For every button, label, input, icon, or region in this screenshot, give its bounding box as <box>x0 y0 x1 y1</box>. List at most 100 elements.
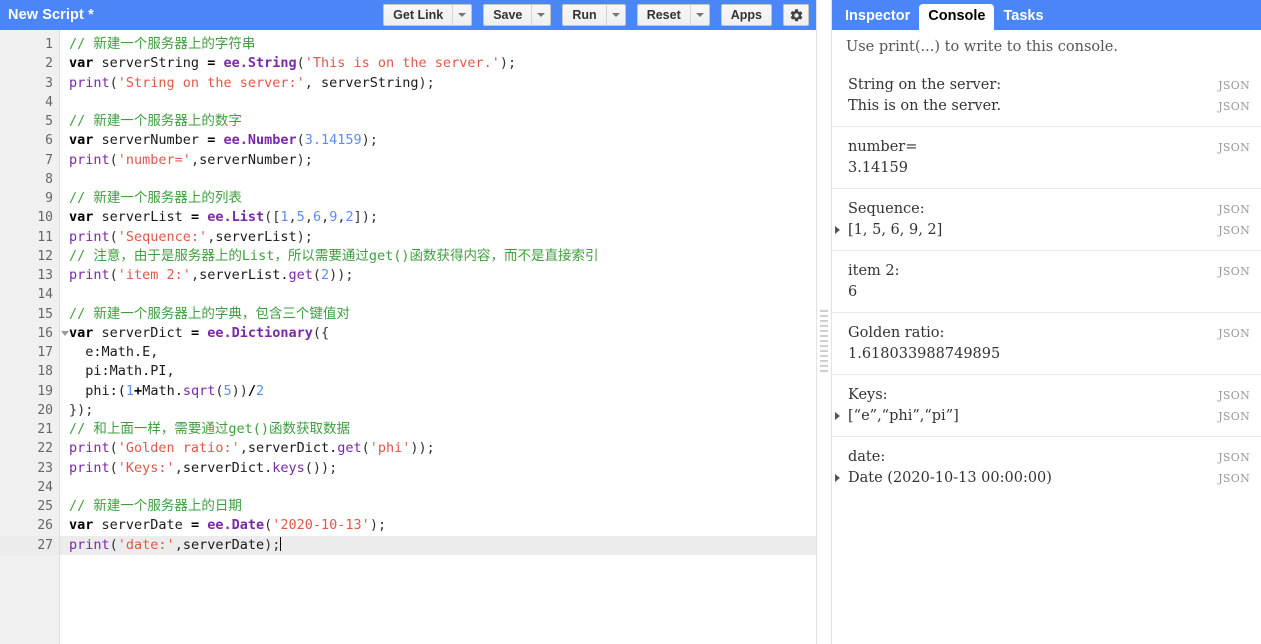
code-token: get <box>337 440 361 456</box>
json-link[interactable]: JSON <box>1218 96 1261 117</box>
code-line[interactable]: var serverDict = ee.Dictionary({ <box>60 324 816 343</box>
console-entry-row: This is on the server.JSON <box>832 96 1261 117</box>
code-line[interactable]: // 新建一个服务器上的字典，包含三个键值对 <box>60 305 816 324</box>
json-link[interactable]: JSON <box>1218 385 1261 406</box>
code-line[interactable] <box>60 93 816 112</box>
splitter-grip-icon[interactable] <box>820 310 828 372</box>
code-line[interactable]: var serverNumber = ee.Number(3.14159); <box>60 131 816 150</box>
expand-spacer <box>832 331 846 337</box>
save-dropdown-arrow[interactable] <box>531 4 551 26</box>
reset-button[interactable]: Reset <box>637 4 690 26</box>
code-line[interactable]: phi:(1+Math.sqrt(5))/2 <box>60 382 816 401</box>
code-line[interactable]: print('date:',serverDate); <box>60 536 816 555</box>
code-token: var <box>69 209 93 225</box>
code-area[interactable]: 1234567891011121314151617181920212223242… <box>0 30 816 644</box>
json-link[interactable]: JSON <box>1218 220 1261 241</box>
code-line[interactable]: e:Math.E, <box>60 343 816 362</box>
code-token: , <box>175 537 183 553</box>
tab-inspector[interactable]: Inspector <box>836 4 919 30</box>
console-entry: Golden ratio:JSON1.618033988749895 <box>832 312 1261 374</box>
code-token: , <box>175 460 183 476</box>
chevron-down-icon <box>696 13 704 17</box>
code-line[interactable]: var serverString = ee.String('This is on… <box>60 54 816 73</box>
console-entry-row: [“e”,“phi”,“pi”]JSON <box>832 406 1261 427</box>
code-line[interactable]: // 注意，由于是服务器上的List，所以需要通过get()函数获得内容，而不是… <box>60 247 816 266</box>
json-link[interactable]: JSON <box>1218 75 1261 96</box>
code-token: '2020-10-13' <box>272 517 370 533</box>
expand-toggle[interactable] <box>832 406 846 420</box>
line-number: 11 <box>0 228 59 247</box>
line-number: 24 <box>0 478 59 497</box>
code-token: print <box>69 460 110 476</box>
console-output-text: Date (2020-10-13 00:00:00) <box>846 468 1218 489</box>
line-number: 15 <box>0 305 59 324</box>
console-output-text: 1.618033988749895 <box>846 344 1250 365</box>
code-line[interactable]: }); <box>60 401 816 420</box>
code-token: + <box>134 383 142 399</box>
code-line[interactable]: var serverDate = ee.Date('2020-10-13'); <box>60 516 816 535</box>
tab-console[interactable]: Console <box>919 4 994 30</box>
code-token: print <box>69 229 110 245</box>
code-line[interactable]: print('number=',serverNumber); <box>60 151 816 170</box>
line-number: 19 <box>0 382 59 401</box>
code-line[interactable]: print('Keys:',serverDict.keys()); <box>60 459 816 478</box>
code-line[interactable] <box>60 285 816 304</box>
code-line[interactable]: // 新建一个服务器上的字符串 <box>60 35 816 54</box>
code-line[interactable]: pi:Math.PI, <box>60 362 816 381</box>
code-line[interactable]: // 新建一个服务器上的列表 <box>60 189 816 208</box>
line-number: 3 <box>0 74 59 93</box>
json-link[interactable]: JSON <box>1218 447 1261 468</box>
reset-dropdown-arrow[interactable] <box>690 4 710 26</box>
code-token: )); <box>410 440 434 456</box>
code-line[interactable] <box>60 478 816 497</box>
code-token: ( <box>110 537 118 553</box>
code-token: ee.List <box>207 209 264 225</box>
expand-spacer <box>832 290 846 296</box>
code-line[interactable]: print('Golden ratio:',serverDict.get('ph… <box>60 439 816 458</box>
code-token: ([ <box>264 209 280 225</box>
run-button[interactable]: Run <box>562 4 605 26</box>
code-line[interactable]: print('item 2:',serverList.get(2)); <box>60 266 816 285</box>
json-link[interactable]: JSON <box>1218 261 1261 282</box>
code-line[interactable]: var serverList = ee.List([1,5,6,9,2]); <box>60 208 816 227</box>
json-link[interactable]: JSON <box>1218 137 1261 158</box>
code-line[interactable]: // 新建一个服务器上的日期 <box>60 497 816 516</box>
line-number: 9 <box>0 189 59 208</box>
line-number: 25 <box>0 497 59 516</box>
run-dropdown-arrow[interactable] <box>606 4 626 26</box>
save-button[interactable]: Save <box>483 4 531 26</box>
code-line[interactable]: // 新建一个服务器上的数字 <box>60 112 816 131</box>
code-content[interactable]: // 新建一个服务器上的字符串var serverString = ee.Str… <box>60 30 816 644</box>
get-link-button[interactable]: Get Link <box>383 4 452 26</box>
line-number: 17 <box>0 343 59 362</box>
expand-toggle[interactable] <box>832 468 846 482</box>
json-link[interactable]: JSON <box>1218 406 1261 427</box>
code-line[interactable]: print('Sequence:',serverList); <box>60 228 816 247</box>
code-line[interactable]: // 和上面一样，需要通过get()函数获取数据 <box>60 420 816 439</box>
code-token: Math. <box>142 383 183 399</box>
settings-button[interactable] <box>783 4 809 26</box>
save-group: Save <box>483 4 551 26</box>
console-entry: item 2:JSON6 <box>832 250 1261 312</box>
tab-tasks[interactable]: Tasks <box>994 4 1052 30</box>
line-number: 13 <box>0 266 59 285</box>
run-group: Run <box>562 4 625 26</box>
code-token: ( <box>110 460 118 476</box>
code-token: // 新建一个服务器上的数字 <box>69 113 242 129</box>
get-link-dropdown-arrow[interactable] <box>452 4 472 26</box>
line-number: 12 <box>0 247 59 266</box>
code-token: ); <box>264 537 280 553</box>
code-token: serverList. <box>199 267 288 283</box>
code-line[interactable]: print('String on the server:', serverStr… <box>60 74 816 93</box>
code-token: print <box>69 75 110 91</box>
json-link[interactable]: JSON <box>1218 323 1261 344</box>
pane-splitter[interactable] <box>816 0 832 644</box>
console-entry-row: Golden ratio:JSON <box>832 323 1261 344</box>
apps-button[interactable]: Apps <box>721 4 772 26</box>
json-link[interactable]: JSON <box>1218 468 1261 489</box>
expand-toggle[interactable] <box>832 220 846 234</box>
json-link[interactable]: JSON <box>1218 199 1261 220</box>
code-line[interactable] <box>60 170 816 189</box>
line-number: 14 <box>0 285 59 304</box>
code-token: ( <box>313 267 321 283</box>
